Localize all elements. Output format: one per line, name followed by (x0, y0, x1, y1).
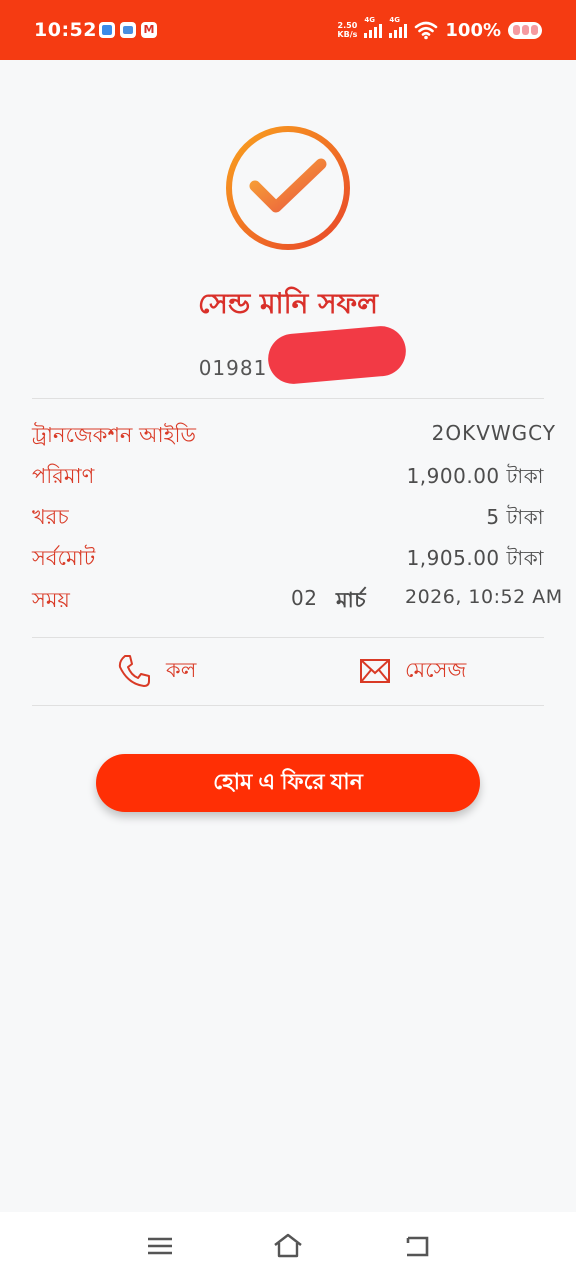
signal-icon: 4G (364, 16, 383, 38)
menu-icon (148, 1237, 172, 1255)
time-day: 02 (291, 586, 318, 610)
divider (32, 398, 544, 399)
message-button[interactable]: মেসেজ (359, 653, 466, 689)
total-label: সর্বমোট (32, 546, 96, 570)
amount-label: পরিমাণ (32, 464, 95, 488)
phone-icon (118, 655, 150, 687)
home-icon (274, 1233, 302, 1258)
time-month: মার্চ (336, 588, 367, 612)
divider (32, 637, 544, 638)
call-button[interactable]: কল (116, 653, 196, 689)
network-speed-unit: KB/s (337, 30, 358, 39)
time-label: সময় (32, 588, 70, 612)
signal-label-2: 4G (389, 16, 401, 24)
transaction-id-value: 2OKVWGCY (431, 421, 556, 445)
fee-value: 5 টাকা (486, 505, 544, 529)
menu-button[interactable] (140, 1230, 180, 1262)
total-value: 1,905.00 টাকা (406, 546, 544, 570)
go-home-button[interactable]: হোম এ ফিরে যান (96, 754, 480, 812)
signal-label: 4G (364, 16, 376, 24)
battery-icon (508, 21, 542, 39)
wifi-icon (415, 21, 438, 40)
battery-percentage: 100% (445, 19, 501, 41)
signal-icon-2: 4G (389, 16, 408, 38)
envelope-icon (360, 659, 390, 683)
gmail-icon: M (140, 22, 157, 38)
message-label: মেসেজ (405, 657, 467, 682)
time-rest: 2026, 10:52 AM (405, 586, 563, 608)
call-label: কল (166, 657, 197, 682)
status-time: 10:52 (34, 19, 97, 41)
network-speed: 2.50 KB/s (337, 21, 357, 39)
system-navigation-bar (0, 1212, 576, 1280)
back-icon (406, 1236, 429, 1257)
status-bar: 10:52 M 2.50 KB/s 4G 4G 100% (0, 0, 576, 60)
home-button[interactable] (268, 1230, 308, 1262)
notification-icons: M (98, 22, 157, 38)
success-title: সেন্ড মানি সফল (198, 287, 378, 320)
back-button[interactable] (396, 1230, 436, 1262)
chat-app-icon (98, 22, 115, 38)
fee-label: খরচ (32, 505, 69, 529)
network-speed-value: 2.50 (337, 21, 358, 30)
check-circle-icon (226, 126, 350, 250)
status-indicators: 2.50 KB/s 4G 4G 100% (337, 16, 542, 41)
divider (32, 705, 544, 706)
transaction-id-label: ট্রানজেকশন আইডি (32, 423, 196, 447)
amount-value: 1,900.00 টাকা (406, 464, 544, 488)
message-app-icon (119, 22, 136, 38)
